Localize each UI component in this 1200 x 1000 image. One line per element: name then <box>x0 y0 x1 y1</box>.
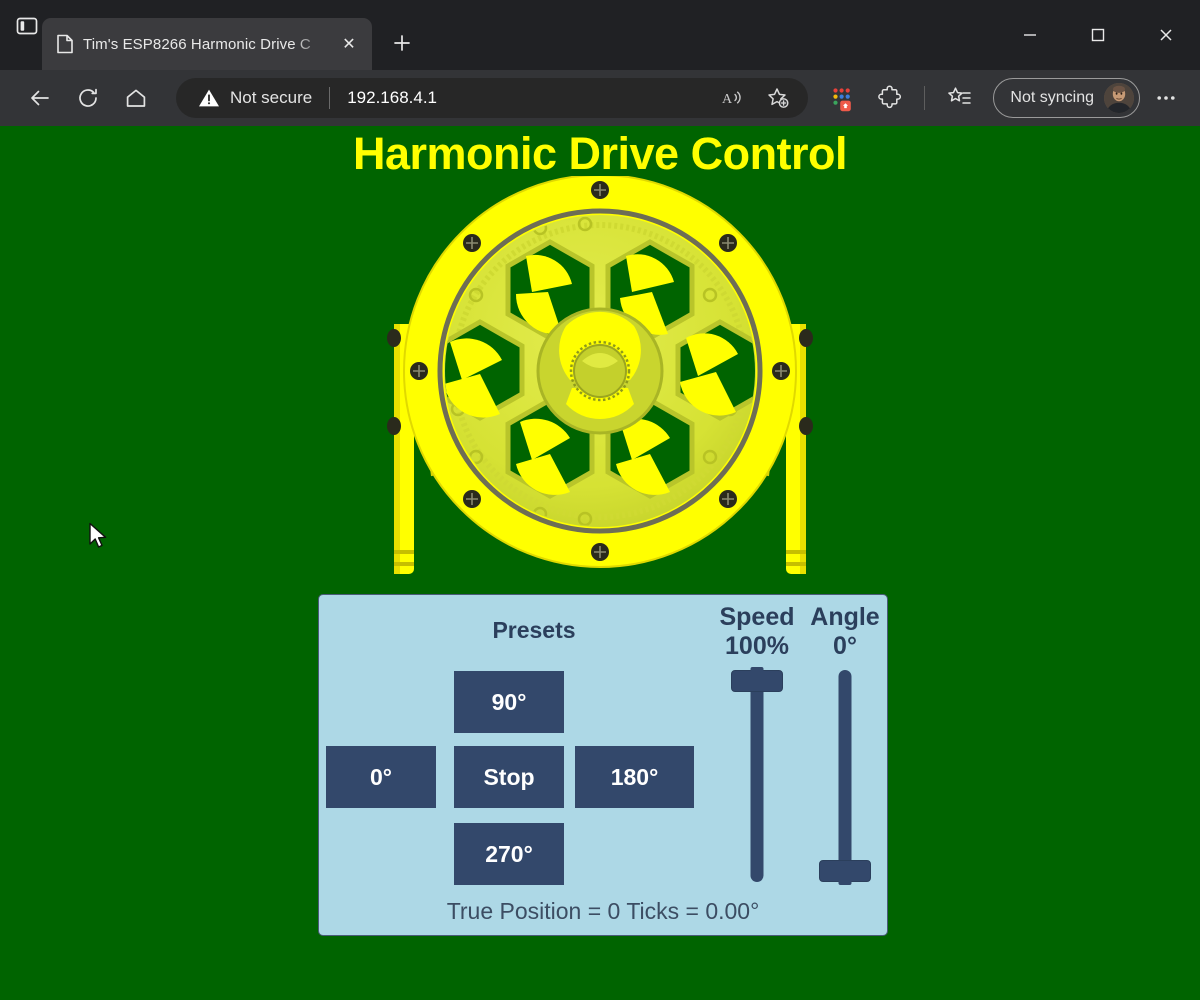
angle-slider-thumb[interactable] <box>819 860 871 882</box>
close-window-button[interactable] <box>1132 2 1200 68</box>
browser-essentials-icon[interactable] <box>820 78 864 118</box>
control-panel: Presets 90° 0° Stop 180° 270° Speed 100%… <box>318 594 888 936</box>
window-controls <box>996 0 1200 70</box>
url-text[interactable]: 192.168.4.1 <box>347 88 710 108</box>
speed-slider-thumb[interactable] <box>731 670 783 692</box>
page-viewport: Harmonic Drive Control Presets 90° 0° St… <box>0 126 1200 1000</box>
stop-button[interactable]: Stop <box>454 746 564 808</box>
new-tab-button[interactable] <box>382 23 422 63</box>
refresh-icon[interactable] <box>66 78 110 118</box>
svg-text:A: A <box>722 92 733 107</box>
tab-close-icon[interactable]: ✕ <box>336 31 362 57</box>
split-screen-icon[interactable] <box>12 11 42 41</box>
profile-button[interactable]: Not syncing <box>993 78 1140 118</box>
tab-title: Tim's ESP8266 Harmonic Drive C <box>83 35 311 53</box>
not-secure-warning-icon[interactable] <box>198 87 220 109</box>
add-favorite-icon[interactable] <box>756 78 800 118</box>
browser-window: Tim's ESP8266 Harmonic Drive C ✕ Not sec… <box>0 0 1200 1000</box>
omnibox-actions: A <box>710 78 800 118</box>
page-title: Harmonic Drive Control <box>352 128 848 179</box>
page-icon <box>56 34 74 54</box>
speed-slider-group: Speed 100% <box>709 603 805 882</box>
preset-180-button[interactable]: 180° <box>575 746 694 808</box>
presets-label: Presets <box>492 617 576 643</box>
tab-strip: Tim's ESP8266 Harmonic Drive C ✕ <box>42 0 422 70</box>
omnibox-divider <box>329 87 331 109</box>
true-position-status: True Position = 0 Ticks = 0.00° <box>446 898 760 924</box>
browser-toolbar: Not secure 192.168.4.1 A Not syncing <box>0 70 1200 126</box>
angle-slider-rail[interactable] <box>838 670 852 882</box>
title-bar-left <box>0 0 42 70</box>
speed-slider-value: 100% <box>725 632 789 660</box>
browser-title-bar: Tim's ESP8266 Harmonic Drive C ✕ <box>0 0 1200 70</box>
control-panel-inner: Presets 90° 0° Stop 180° 270° Speed 100%… <box>319 595 887 935</box>
profile-sync-label: Not syncing <box>1010 89 1094 106</box>
toolbar-divider <box>924 86 926 110</box>
preset-270-button[interactable]: 270° <box>454 823 564 885</box>
address-bar[interactable]: Not secure 192.168.4.1 A <box>176 78 809 118</box>
minimize-button[interactable] <box>996 2 1064 68</box>
angle-slider-group: Angle 0° <box>797 603 893 882</box>
harmonic-drive-image-wrap <box>0 173 1200 586</box>
speed-slider-rail[interactable] <box>750 670 764 882</box>
back-arrow-icon[interactable] <box>18 78 62 118</box>
collections-icon[interactable] <box>937 78 981 118</box>
user-avatar[interactable] <box>1104 83 1134 113</box>
extensions-puzzle-icon[interactable] <box>868 78 912 118</box>
preset-0-button[interactable]: 0° <box>326 746 436 808</box>
angle-slider-track[interactable] <box>797 670 893 882</box>
read-aloud-icon[interactable]: A <box>710 78 754 118</box>
more-options-icon[interactable] <box>1144 78 1188 118</box>
mouse-cursor <box>88 522 110 552</box>
preset-90-button[interactable]: 90° <box>454 671 564 733</box>
angle-slider-label: Angle <box>810 603 880 631</box>
speed-slider-track[interactable] <box>709 670 805 882</box>
angle-slider-value: 0° <box>833 632 857 660</box>
maximize-button[interactable] <box>1064 2 1132 68</box>
security-status-text: Not secure <box>230 88 313 107</box>
browser-tab[interactable]: Tim's ESP8266 Harmonic Drive C ✕ <box>42 18 372 70</box>
speed-slider-label: Speed <box>719 603 795 631</box>
harmonic-drive-photo <box>380 173 820 586</box>
home-icon[interactable] <box>114 78 158 118</box>
